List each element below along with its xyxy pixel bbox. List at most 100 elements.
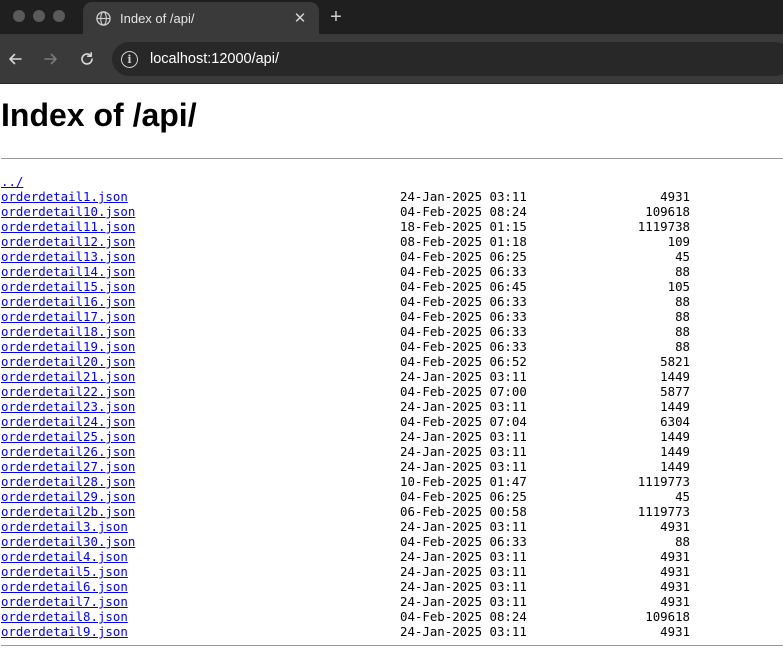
list-item: orderdetail5.json 24-Jan-2025 03:11 4931	[1, 564, 783, 579]
file-link[interactable]: orderdetail20.json	[1, 354, 135, 369]
file-date: 04-Feb-2025 07:04	[400, 414, 527, 429]
list-item: orderdetail7.json 24-Jan-2025 03:11 4931	[1, 594, 783, 609]
file-date: 24-Jan-2025 03:11	[400, 564, 527, 579]
file-link[interactable]: orderdetail29.json	[1, 489, 135, 504]
file-name-cell: orderdetail6.json	[1, 579, 400, 594]
file-date: 04-Feb-2025 06:33	[400, 264, 527, 279]
list-item: orderdetail9.json 24-Jan-2025 03:11 4931	[1, 624, 783, 639]
list-item: orderdetail6.json 24-Jan-2025 03:11 4931	[1, 579, 783, 594]
url-host: localhost	[150, 51, 208, 67]
back-button[interactable]	[4, 48, 26, 70]
file-size: 5821	[660, 354, 690, 369]
file-size: 1449	[660, 399, 690, 414]
file-name-cell: orderdetail26.json	[1, 444, 400, 459]
file-link[interactable]: orderdetail30.json	[1, 534, 135, 549]
list-item: orderdetail1.json 24-Jan-2025 03:11 4931	[1, 189, 783, 204]
file-date: 24-Jan-2025 03:11	[400, 189, 527, 204]
file-size: 88	[675, 339, 690, 354]
file-link[interactable]: orderdetail25.json	[1, 429, 135, 444]
file-name-cell: orderdetail15.json	[1, 279, 400, 294]
page-content: Index of /api/ ../orderdetail1.json 24-Ja…	[0, 96, 783, 646]
file-link[interactable]: orderdetail21.json	[1, 369, 135, 384]
file-size: 4931	[660, 519, 690, 534]
browser-toolbar: i localhost:12000/api/	[0, 34, 783, 84]
file-size: 1449	[660, 429, 690, 444]
file-name-cell: orderdetail19.json	[1, 339, 400, 354]
file-date: 18-Feb-2025 01:15	[400, 219, 527, 234]
file-name-cell: orderdetail25.json	[1, 429, 400, 444]
file-size: 4931	[660, 189, 690, 204]
file-link[interactable]: orderdetail17.json	[1, 309, 135, 324]
file-link[interactable]: orderdetail19.json	[1, 339, 135, 354]
list-item: orderdetail4.json 24-Jan-2025 03:11 4931	[1, 549, 783, 564]
file-link[interactable]: orderdetail6.json	[1, 579, 128, 594]
file-link[interactable]: orderdetail24.json	[1, 414, 135, 429]
file-name-cell: orderdetail14.json	[1, 264, 400, 279]
file-date: 04-Feb-2025 07:00	[400, 384, 527, 399]
file-link[interactable]: orderdetail26.json	[1, 444, 135, 459]
file-name-cell: orderdetail3.json	[1, 519, 400, 534]
forward-button[interactable]	[40, 48, 62, 70]
file-link[interactable]: orderdetail11.json	[1, 219, 135, 234]
minimize-window-button[interactable]	[33, 10, 45, 22]
file-link[interactable]: orderdetail9.json	[1, 624, 128, 639]
file-date: 24-Jan-2025 03:11	[400, 399, 527, 414]
file-date: 04-Feb-2025 06:33	[400, 294, 527, 309]
new-tab-button[interactable]: +	[326, 7, 346, 27]
file-name-cell: orderdetail7.json	[1, 594, 400, 609]
file-link[interactable]: orderdetail1.json	[1, 189, 128, 204]
list-item: orderdetail2b.json 06-Feb-2025 00:58 11197…	[1, 504, 783, 519]
parent-directory-link[interactable]: ../	[1, 174, 23, 189]
list-item: orderdetail14.json 04-Feb-2025 06:33 88	[1, 264, 783, 279]
close-tab-icon[interactable]: ✕	[291, 9, 309, 27]
file-date: 24-Jan-2025 03:11	[400, 429, 527, 444]
globe-icon	[95, 10, 111, 26]
list-item: orderdetail27.json 24-Jan-2025 03:11 1449	[1, 459, 783, 474]
file-link[interactable]: orderdetail16.json	[1, 294, 135, 309]
file-link[interactable]: orderdetail15.json	[1, 279, 135, 294]
file-link[interactable]: orderdetail10.json	[1, 204, 135, 219]
url-text: localhost:12000/api/	[150, 51, 279, 67]
address-bar[interactable]: i localhost:12000/api/	[112, 42, 783, 76]
file-size: 88	[675, 324, 690, 339]
url-path: :12000/api/	[207, 51, 279, 67]
file-size: 4931	[660, 564, 690, 579]
window-controls	[13, 10, 65, 22]
file-name-cell: orderdetail17.json	[1, 309, 400, 324]
file-link[interactable]: orderdetail23.json	[1, 399, 135, 414]
file-link[interactable]: orderdetail2b.json	[1, 504, 135, 519]
file-link[interactable]: orderdetail28.json	[1, 474, 135, 489]
file-size: 1119773	[637, 504, 690, 519]
file-date: 04-Feb-2025 06:52	[400, 354, 527, 369]
reload-button[interactable]	[76, 48, 98, 70]
list-item: orderdetail11.json 18-Feb-2025 01:15 11197…	[1, 219, 783, 234]
list-item: orderdetail22.json 04-Feb-2025 07:00 5877	[1, 384, 783, 399]
file-date: 04-Feb-2025 06:33	[400, 339, 527, 354]
file-size: 109618	[645, 609, 690, 624]
file-size: 4931	[660, 579, 690, 594]
list-item: orderdetail3.json 24-Jan-2025 03:11 4931	[1, 519, 783, 534]
file-name-cell: orderdetail22.json	[1, 384, 400, 399]
file-link[interactable]: orderdetail7.json	[1, 594, 128, 609]
info-icon[interactable]: i	[121, 50, 138, 68]
file-link[interactable]: orderdetail12.json	[1, 234, 135, 249]
arrow-left-icon	[9, 53, 22, 65]
file-name-cell: orderdetail21.json	[1, 369, 400, 384]
file-link[interactable]: orderdetail18.json	[1, 324, 135, 339]
file-date: 04-Feb-2025 06:33	[400, 534, 527, 549]
close-window-button[interactable]	[13, 10, 25, 22]
tab-active[interactable]: Index of /api/ ✕	[83, 2, 319, 34]
file-link[interactable]: orderdetail13.json	[1, 249, 135, 264]
file-date: 04-Feb-2025 08:24	[400, 204, 527, 219]
file-name-cell: orderdetail23.json	[1, 399, 400, 414]
file-link[interactable]: orderdetail14.json	[1, 264, 135, 279]
file-link[interactable]: orderdetail3.json	[1, 519, 128, 534]
file-link[interactable]: orderdetail27.json	[1, 459, 135, 474]
maximize-window-button[interactable]	[53, 10, 65, 22]
directory-listing: ../orderdetail1.json 24-Jan-2025 03:11 493…	[1, 174, 783, 639]
file-link[interactable]: orderdetail5.json	[1, 564, 128, 579]
file-link[interactable]: orderdetail4.json	[1, 549, 128, 564]
file-link[interactable]: orderdetail8.json	[1, 609, 128, 624]
file-link[interactable]: orderdetail22.json	[1, 384, 135, 399]
divider-top	[1, 158, 783, 159]
